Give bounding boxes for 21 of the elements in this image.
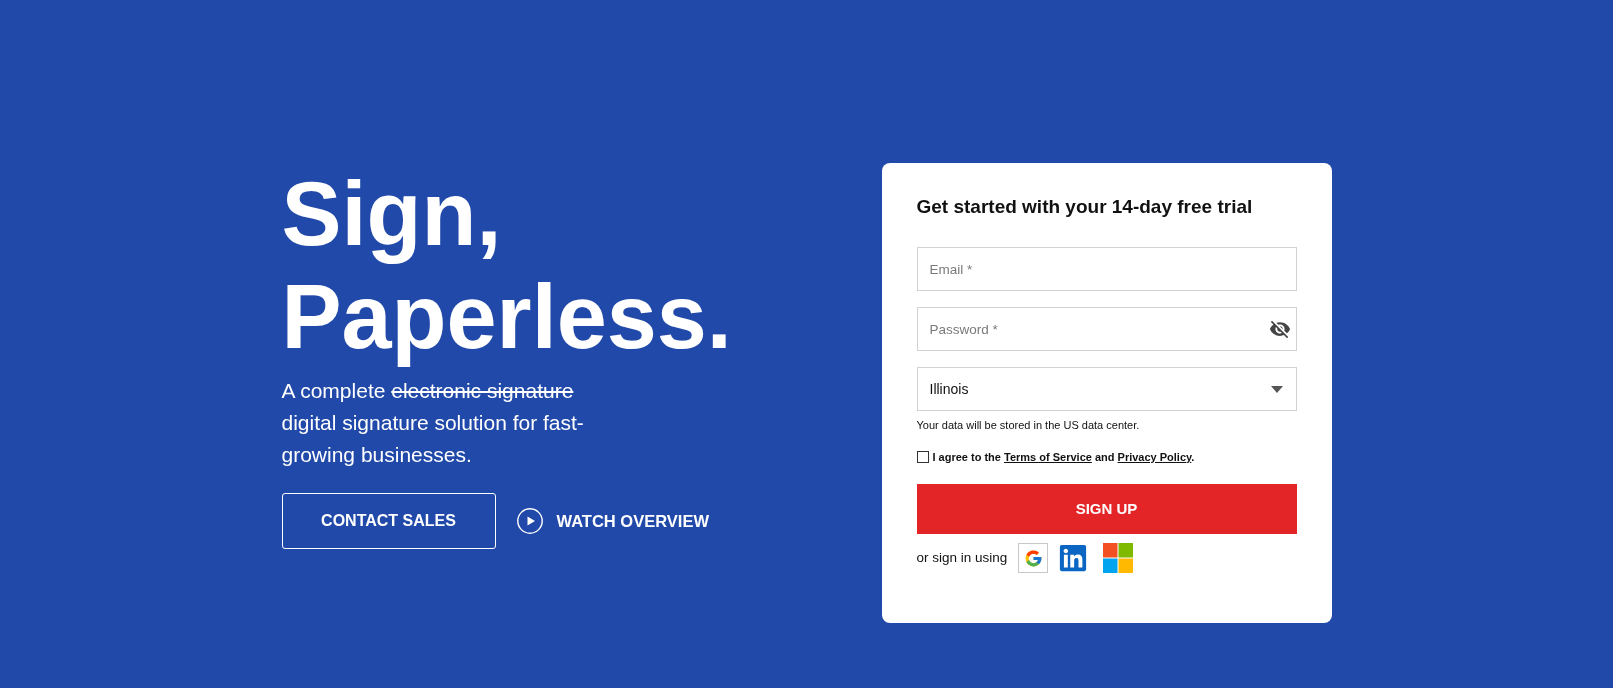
microsoft-icon[interactable] (1103, 543, 1134, 573)
email-input[interactable]: Email * (916, 247, 1297, 291)
agree-checkbox[interactable] (916, 451, 929, 463)
google-sign-in-button[interactable] (1018, 543, 1049, 573)
watch-overview-link[interactable]: WATCH OVERVIEW (516, 508, 709, 534)
hero-subtitle: A complete electronic signature digital signature solution for fast-growing businesses. (281, 378, 585, 468)
linkedin-icon[interactable] (1058, 543, 1089, 573)
signup-title: Get started with your 14-day free trial (916, 195, 1254, 219)
sign-up-button[interactable]: SIGN UP (916, 484, 1297, 534)
hero-heading: Sign, Paperless. (281, 163, 733, 369)
password-input[interactable]: Password * (916, 307, 1297, 351)
policy-link[interactable]: Terms of Service (1004, 451, 1092, 463)
play-circle-icon (516, 508, 543, 534)
contact-sales-button[interactable]: CONTACT SALES (281, 493, 496, 549)
data-center-note: Your data will be stored in the US data center. (916, 418, 1141, 432)
eye-slash-icon[interactable] (1268, 318, 1291, 340)
caret-down-icon (1270, 385, 1283, 393)
google-icon (1023, 548, 1043, 568)
social-sign-in-label: or sign in using (916, 548, 1008, 567)
region-dropdown[interactable]: Illinois (916, 367, 1297, 411)
agreement-text: I agree to the Terms of Service and Privacy Policy. (932, 450, 1195, 465)
